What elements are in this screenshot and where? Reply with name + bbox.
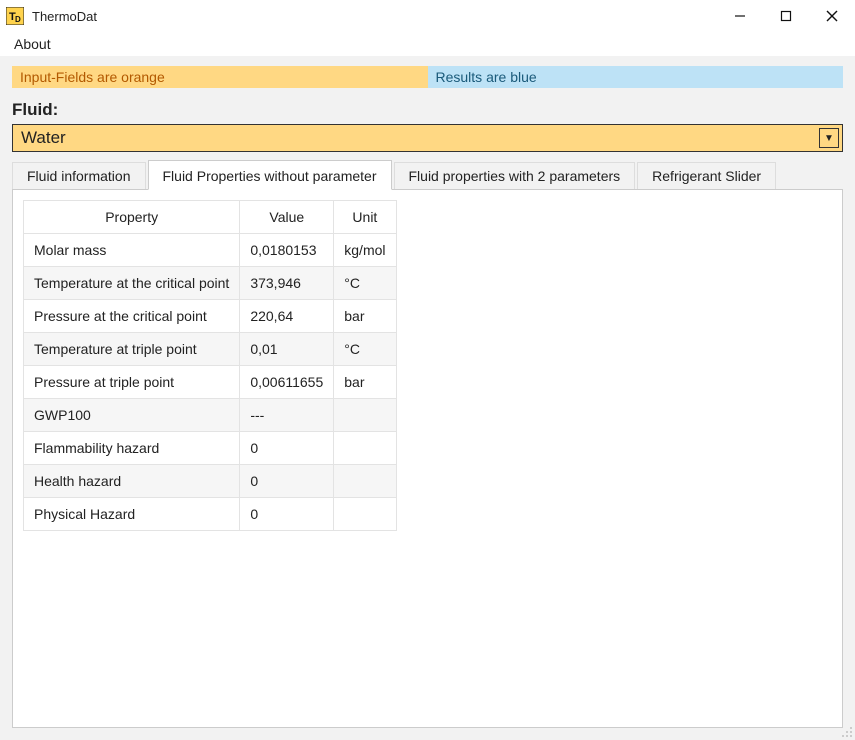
chevron-down-icon: ▼ (819, 128, 839, 148)
fluid-label: Fluid: (12, 100, 843, 120)
table-row: Pressure at the critical point220,64bar (24, 300, 397, 333)
cell-property: Physical Hazard (24, 498, 240, 531)
cell-value: 0,0180153 (240, 234, 334, 267)
cell-unit (334, 399, 396, 432)
cell-property: Molar mass (24, 234, 240, 267)
tab-panel: Property Value Unit Molar mass0,0180153k… (12, 189, 843, 728)
minimize-button[interactable] (717, 0, 763, 32)
menubar: About (0, 32, 855, 56)
app-icon: T D (6, 7, 24, 25)
cell-unit: °C (334, 333, 396, 366)
table-row: Physical Hazard0 (24, 498, 397, 531)
table-row: Health hazard0 (24, 465, 397, 498)
fluid-select[interactable]: Water ▼ (12, 124, 843, 152)
menu-about[interactable]: About (8, 34, 57, 54)
table-row: Flammability hazard0 (24, 432, 397, 465)
cell-value: --- (240, 399, 334, 432)
legend-result: Results are blue (428, 66, 844, 88)
cell-unit: bar (334, 300, 396, 333)
table-row: Molar mass0,0180153kg/mol (24, 234, 397, 267)
cell-property: Temperature at triple point (24, 333, 240, 366)
cell-property: GWP100 (24, 399, 240, 432)
cell-property: Pressure at the critical point (24, 300, 240, 333)
cell-unit (334, 498, 396, 531)
cell-value: 373,946 (240, 267, 334, 300)
legend-input: Input-Fields are orange (12, 66, 428, 88)
legend-row: Input-Fields are orange Results are blue (12, 66, 843, 88)
cell-property: Pressure at triple point (24, 366, 240, 399)
cell-value: 0,01 (240, 333, 334, 366)
svg-text:D: D (15, 15, 21, 24)
table-row: Pressure at triple point0,00611655bar (24, 366, 397, 399)
properties-table: Property Value Unit Molar mass0,0180153k… (23, 200, 397, 531)
cell-unit (334, 465, 396, 498)
tab-fluid-information[interactable]: Fluid information (12, 162, 146, 189)
tab-properties-2-parameters[interactable]: Fluid properties with 2 parameters (394, 162, 636, 189)
tab-refrigerant-slider[interactable]: Refrigerant Slider (637, 162, 776, 189)
cell-unit: bar (334, 366, 396, 399)
table-header-row: Property Value Unit (24, 201, 397, 234)
cell-value: 0,00611655 (240, 366, 334, 399)
cell-unit: kg/mol (334, 234, 396, 267)
window-controls (717, 0, 855, 32)
col-property: Property (24, 201, 240, 234)
tab-properties-no-parameter[interactable]: Fluid Properties without parameter (148, 160, 392, 190)
table-row: Temperature at triple point0,01°C (24, 333, 397, 366)
cell-value: 0 (240, 498, 334, 531)
cell-unit: °C (334, 267, 396, 300)
cell-value: 0 (240, 432, 334, 465)
cell-property: Temperature at the critical point (24, 267, 240, 300)
cell-value: 0 (240, 465, 334, 498)
table-row: Temperature at the critical point373,946… (24, 267, 397, 300)
app-window: T D ThermoDat About Input-Fields are ora… (0, 0, 855, 740)
close-button[interactable] (809, 0, 855, 32)
cell-property: Flammability hazard (24, 432, 240, 465)
col-value: Value (240, 201, 334, 234)
app-title: ThermoDat (32, 9, 97, 24)
resize-grip-icon[interactable] (839, 724, 853, 738)
client-area: Input-Fields are orange Results are blue… (0, 56, 855, 740)
col-unit: Unit (334, 201, 396, 234)
titlebar: T D ThermoDat (0, 0, 855, 32)
maximize-button[interactable] (763, 0, 809, 32)
tabstrip: Fluid information Fluid Properties witho… (12, 160, 843, 189)
cell-property: Health hazard (24, 465, 240, 498)
cell-value: 220,64 (240, 300, 334, 333)
cell-unit (334, 432, 396, 465)
fluid-select-value: Water (21, 128, 66, 148)
table-row: GWP100--- (24, 399, 397, 432)
